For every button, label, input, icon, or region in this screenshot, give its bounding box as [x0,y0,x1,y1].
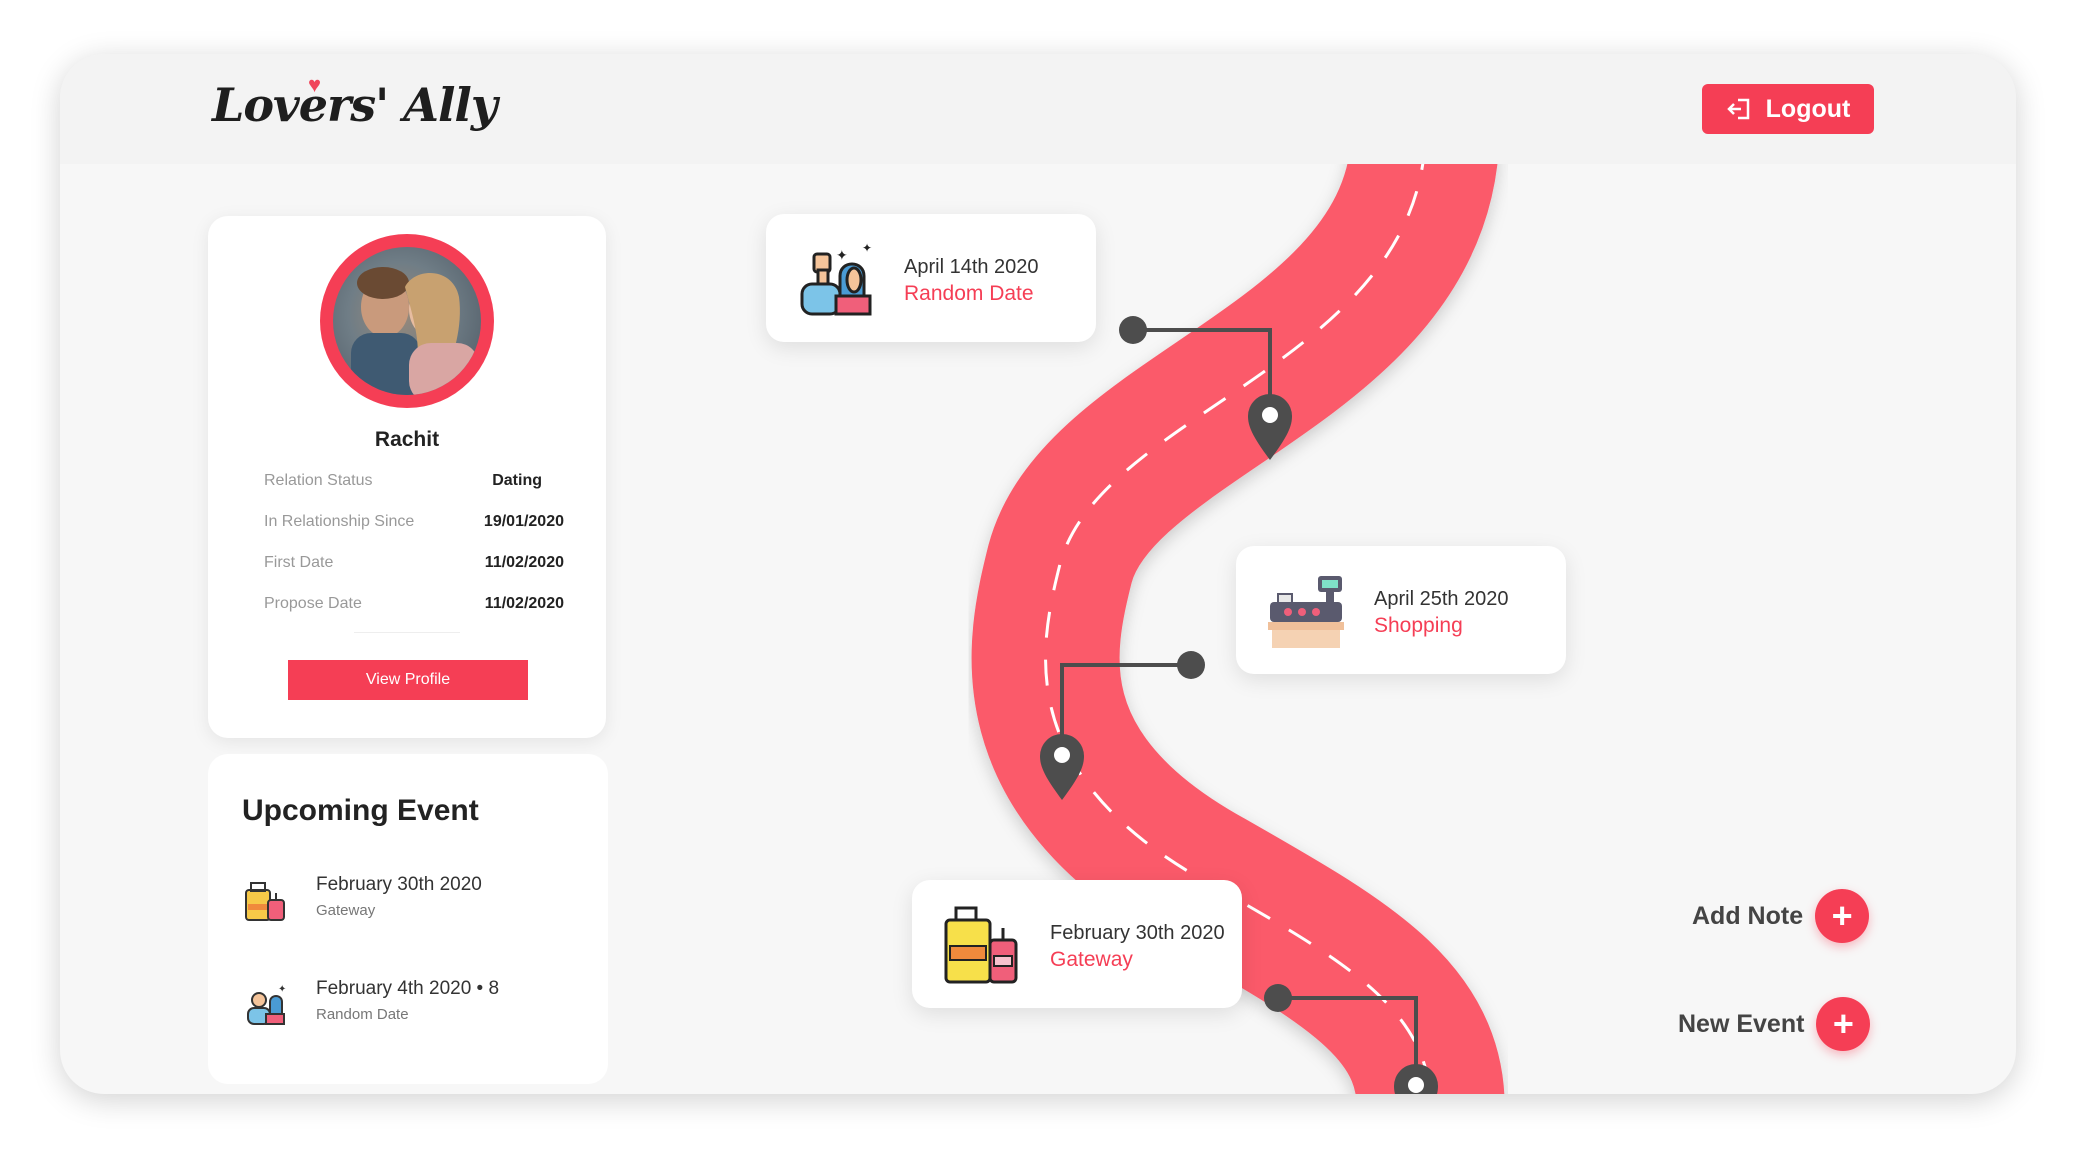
event-type: Shopping [1374,614,1463,637]
list-item-type: Gateway [316,902,376,919]
couple-icon: ✦ ✦ [800,241,872,316]
svg-text:✦: ✦ [862,241,872,255]
info-value: 11/02/2020 [484,554,564,571]
profile-name: Rachit [374,428,440,451]
logo-text: Lovers' Ally [212,78,498,132]
connector-dot-2 [1177,651,1205,679]
add-note-action: Add Note + [1692,888,1870,944]
profile-card: Rachit Relation Status Dating In Relatio… [208,216,606,738]
info-row-first-date: First Date 11/02/2020 [264,554,564,584]
info-label: Propose Date [264,595,362,612]
event-date: April 14th 2020 [904,256,1039,278]
timeline-event-card[interactable]: ✦ ✦ April 14th 2020 Random Date [766,214,1096,342]
info-label: In Relationship Since [264,513,415,530]
divider [354,632,460,633]
logout-icon [1726,98,1749,120]
logout-button[interactable]: Logout [1702,84,1874,134]
avatar[interactable] [320,234,494,408]
luggage-icon [245,882,285,921]
logout-label: Logout [1765,94,1851,123]
map-pin-icon [1040,734,1084,800]
list-item-date: February 4th 2020 • 8 [316,978,500,999]
list-item[interactable]: February 30th 2020 Gateway [242,874,592,934]
map-pin-icon [1248,394,1292,460]
list-item-type: Random Date [316,1006,409,1023]
timeline-event-card[interactable]: February 30th 2020 Gateway [912,880,1242,1008]
event-type: Gateway [1050,948,1133,971]
connector-2 [1060,663,1191,744]
app-window: Lovers' Ally ♥ Logout Rachit Relation St… [60,54,2016,1094]
info-row-relation-status: Relation Status Dating [264,472,564,502]
info-label: First Date [264,554,334,571]
svg-text:✦: ✦ [278,984,286,995]
list-item[interactable]: ✦ February 4th 2020 • 8 Random Date [242,978,592,1038]
connector-3 [1278,996,1418,1074]
svg-text:✦: ✦ [836,247,848,263]
add-note-label: Add Note [1692,901,1804,930]
connector-dot-3 [1264,984,1292,1012]
new-event-action: New Event + [1678,996,1871,1052]
connector-dot-1 [1119,316,1147,344]
info-label: Relation Status [264,472,373,489]
luggage-icon [944,906,1018,984]
event-date: February 30th 2020 [1050,922,1225,944]
view-profile-button[interactable]: View Profile [288,660,528,700]
plus-icon: + [1831,895,1853,936]
add-note-button[interactable]: + [1815,889,1870,943]
plus-icon: + [1832,1003,1854,1044]
heart-icon: ♥ [308,72,322,97]
info-value: 11/02/2020 [484,595,564,612]
event-type: Random Date [904,282,1034,305]
info-value: 19/01/2020 [483,513,564,530]
new-event-label: New Event [1678,1009,1805,1038]
info-row-relationship-since: In Relationship Since 19/01/2020 [264,513,564,543]
upcoming-events-panel: Upcoming Event February 30th 2020 Gatewa… [208,754,608,1084]
couple-icon: ✦ [247,984,286,1025]
header: Lovers' Ally ♥ Logout [60,54,2016,164]
connector-1 [1133,328,1272,404]
event-date: April 25th 2020 [1374,588,1509,610]
logo[interactable]: Lovers' Ally ♥ [212,72,498,150]
avatar-photo [333,247,481,395]
upcoming-title: Upcoming Event [242,794,479,827]
cash-register-icon [1268,576,1344,648]
new-event-button[interactable]: + [1816,997,1871,1051]
info-value: Dating [492,472,542,489]
timeline-event-card[interactable]: April 25th 2020 Shopping [1236,546,1566,674]
info-row-propose-date: Propose Date 11/02/2020 [264,595,564,625]
list-item-date: February 30th 2020 [316,874,482,895]
map-pin-icon [1394,1064,1438,1094]
